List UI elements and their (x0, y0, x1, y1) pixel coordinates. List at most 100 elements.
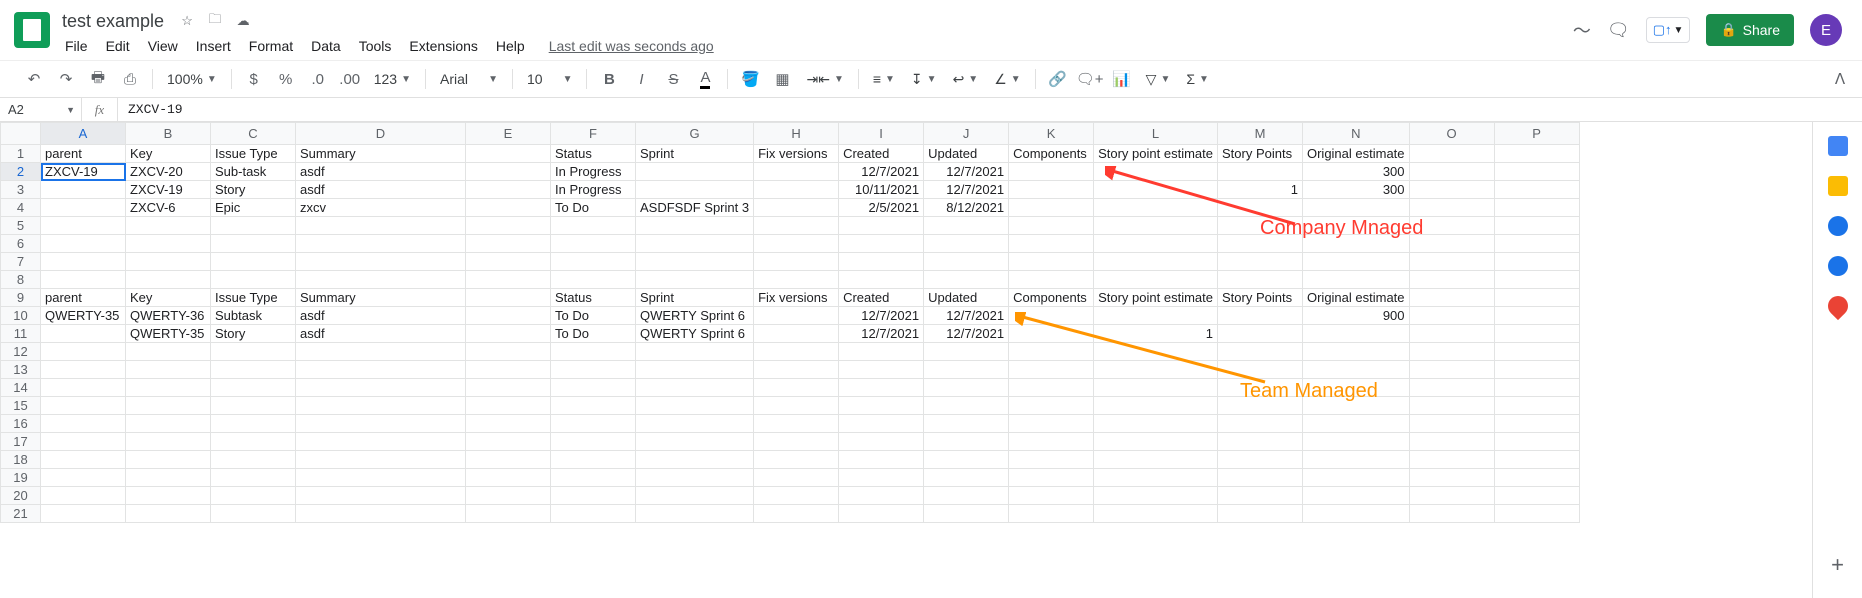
cell-D9[interactable]: Summary (296, 289, 466, 307)
cell-D19[interactable] (296, 469, 466, 487)
row-header-13[interactable]: 13 (1, 361, 41, 379)
cell-L14[interactable] (1094, 379, 1218, 397)
cell-A3[interactable] (41, 181, 126, 199)
cell-D18[interactable] (296, 451, 466, 469)
cell-B20[interactable] (126, 487, 211, 505)
cell-C10[interactable]: Subtask (211, 307, 296, 325)
cell-C18[interactable] (211, 451, 296, 469)
merge-cells-dropdown[interactable]: ⇥⇤▼ (800, 65, 849, 93)
col-header-K[interactable]: K (1009, 123, 1094, 145)
cell-C19[interactable] (211, 469, 296, 487)
cell-A20[interactable] (41, 487, 126, 505)
row-header-2[interactable]: 2 (1, 163, 41, 181)
cell-M21[interactable] (1217, 505, 1302, 523)
cell-O9[interactable] (1409, 289, 1494, 307)
cell-N20[interactable] (1302, 487, 1409, 505)
cell-C15[interactable] (211, 397, 296, 415)
cell-N8[interactable] (1302, 271, 1409, 289)
cell-E5[interactable] (466, 217, 551, 235)
collapse-toolbar-button[interactable]: ᐱ (1826, 65, 1854, 93)
cell-H14[interactable] (754, 379, 839, 397)
cell-B5[interactable] (126, 217, 211, 235)
cell-J16[interactable] (924, 415, 1009, 433)
cell-F16[interactable] (551, 415, 636, 433)
cell-H11[interactable] (754, 325, 839, 343)
cell-I21[interactable] (839, 505, 924, 523)
text-color-button[interactable]: A (691, 65, 719, 93)
cell-N12[interactable] (1302, 343, 1409, 361)
increase-decimal-button[interactable]: .00 (336, 65, 364, 93)
cell-G9[interactable]: Sprint (636, 289, 754, 307)
cell-L13[interactable] (1094, 361, 1218, 379)
last-edit-link[interactable]: Last edit was seconds ago (542, 36, 721, 56)
insert-comment-button[interactable]: 🗨+ (1076, 65, 1104, 93)
col-header-I[interactable]: I (839, 123, 924, 145)
cell-L15[interactable] (1094, 397, 1218, 415)
cell-L11[interactable]: 1 (1094, 325, 1218, 343)
cell-B16[interactable] (126, 415, 211, 433)
cell-G16[interactable] (636, 415, 754, 433)
menu-help[interactable]: Help (489, 36, 532, 56)
cell-F5[interactable] (551, 217, 636, 235)
cell-L17[interactable] (1094, 433, 1218, 451)
star-icon[interactable]: ☆ (178, 12, 196, 30)
cell-A15[interactable] (41, 397, 126, 415)
cell-B11[interactable]: QWERTY-35 (126, 325, 211, 343)
menu-edit[interactable]: Edit (99, 36, 137, 56)
cell-J15[interactable] (924, 397, 1009, 415)
cloud-icon[interactable]: ☁ (234, 12, 252, 30)
cell-A11[interactable] (41, 325, 126, 343)
row-header-11[interactable]: 11 (1, 325, 41, 343)
cell-I13[interactable] (839, 361, 924, 379)
meet-button[interactable]: ▢↑ ▼ (1646, 17, 1691, 43)
cell-J11[interactable]: 12/7/2021 (924, 325, 1009, 343)
cell-P13[interactable] (1494, 361, 1579, 379)
cell-I1[interactable]: Created (839, 145, 924, 163)
cell-C13[interactable] (211, 361, 296, 379)
cell-C7[interactable] (211, 253, 296, 271)
cell-E6[interactable] (466, 235, 551, 253)
cell-G7[interactable] (636, 253, 754, 271)
cell-K10[interactable] (1009, 307, 1094, 325)
cell-C1[interactable]: Issue Type (211, 145, 296, 163)
cell-G15[interactable] (636, 397, 754, 415)
cell-N13[interactable] (1302, 361, 1409, 379)
cell-M13[interactable] (1217, 361, 1302, 379)
cell-H20[interactable] (754, 487, 839, 505)
cell-I7[interactable] (839, 253, 924, 271)
cell-B18[interactable] (126, 451, 211, 469)
cell-E12[interactable] (466, 343, 551, 361)
row-header-3[interactable]: 3 (1, 181, 41, 199)
cell-E13[interactable] (466, 361, 551, 379)
formula-input[interactable]: ZXCV-19 (118, 102, 1862, 117)
cell-B19[interactable] (126, 469, 211, 487)
cell-I5[interactable] (839, 217, 924, 235)
cell-E3[interactable] (466, 181, 551, 199)
menu-data[interactable]: Data (304, 36, 348, 56)
cell-K4[interactable] (1009, 199, 1094, 217)
cell-H19[interactable] (754, 469, 839, 487)
paint-format-button[interactable]: ⎙ (116, 65, 144, 93)
cell-B10[interactable]: QWERTY-36 (126, 307, 211, 325)
cell-M18[interactable] (1217, 451, 1302, 469)
cell-H13[interactable] (754, 361, 839, 379)
col-header-C[interactable]: C (211, 123, 296, 145)
cell-I15[interactable] (839, 397, 924, 415)
doc-title[interactable]: test example (58, 9, 168, 34)
cell-K3[interactable] (1009, 181, 1094, 199)
cell-N21[interactable] (1302, 505, 1409, 523)
cell-P18[interactable] (1494, 451, 1579, 469)
cell-M7[interactable] (1217, 253, 1302, 271)
cell-I11[interactable]: 12/7/2021 (839, 325, 924, 343)
cell-N16[interactable] (1302, 415, 1409, 433)
v-align-dropdown[interactable]: ↧▼ (905, 65, 943, 93)
font-size-input[interactable]: 10▼ (521, 65, 578, 93)
cell-J2[interactable]: 12/7/2021 (924, 163, 1009, 181)
cell-N17[interactable] (1302, 433, 1409, 451)
cell-I19[interactable] (839, 469, 924, 487)
col-header-F[interactable]: F (551, 123, 636, 145)
cell-K12[interactable] (1009, 343, 1094, 361)
cell-F21[interactable] (551, 505, 636, 523)
cell-I9[interactable]: Created (839, 289, 924, 307)
italic-button[interactable]: I (627, 65, 655, 93)
